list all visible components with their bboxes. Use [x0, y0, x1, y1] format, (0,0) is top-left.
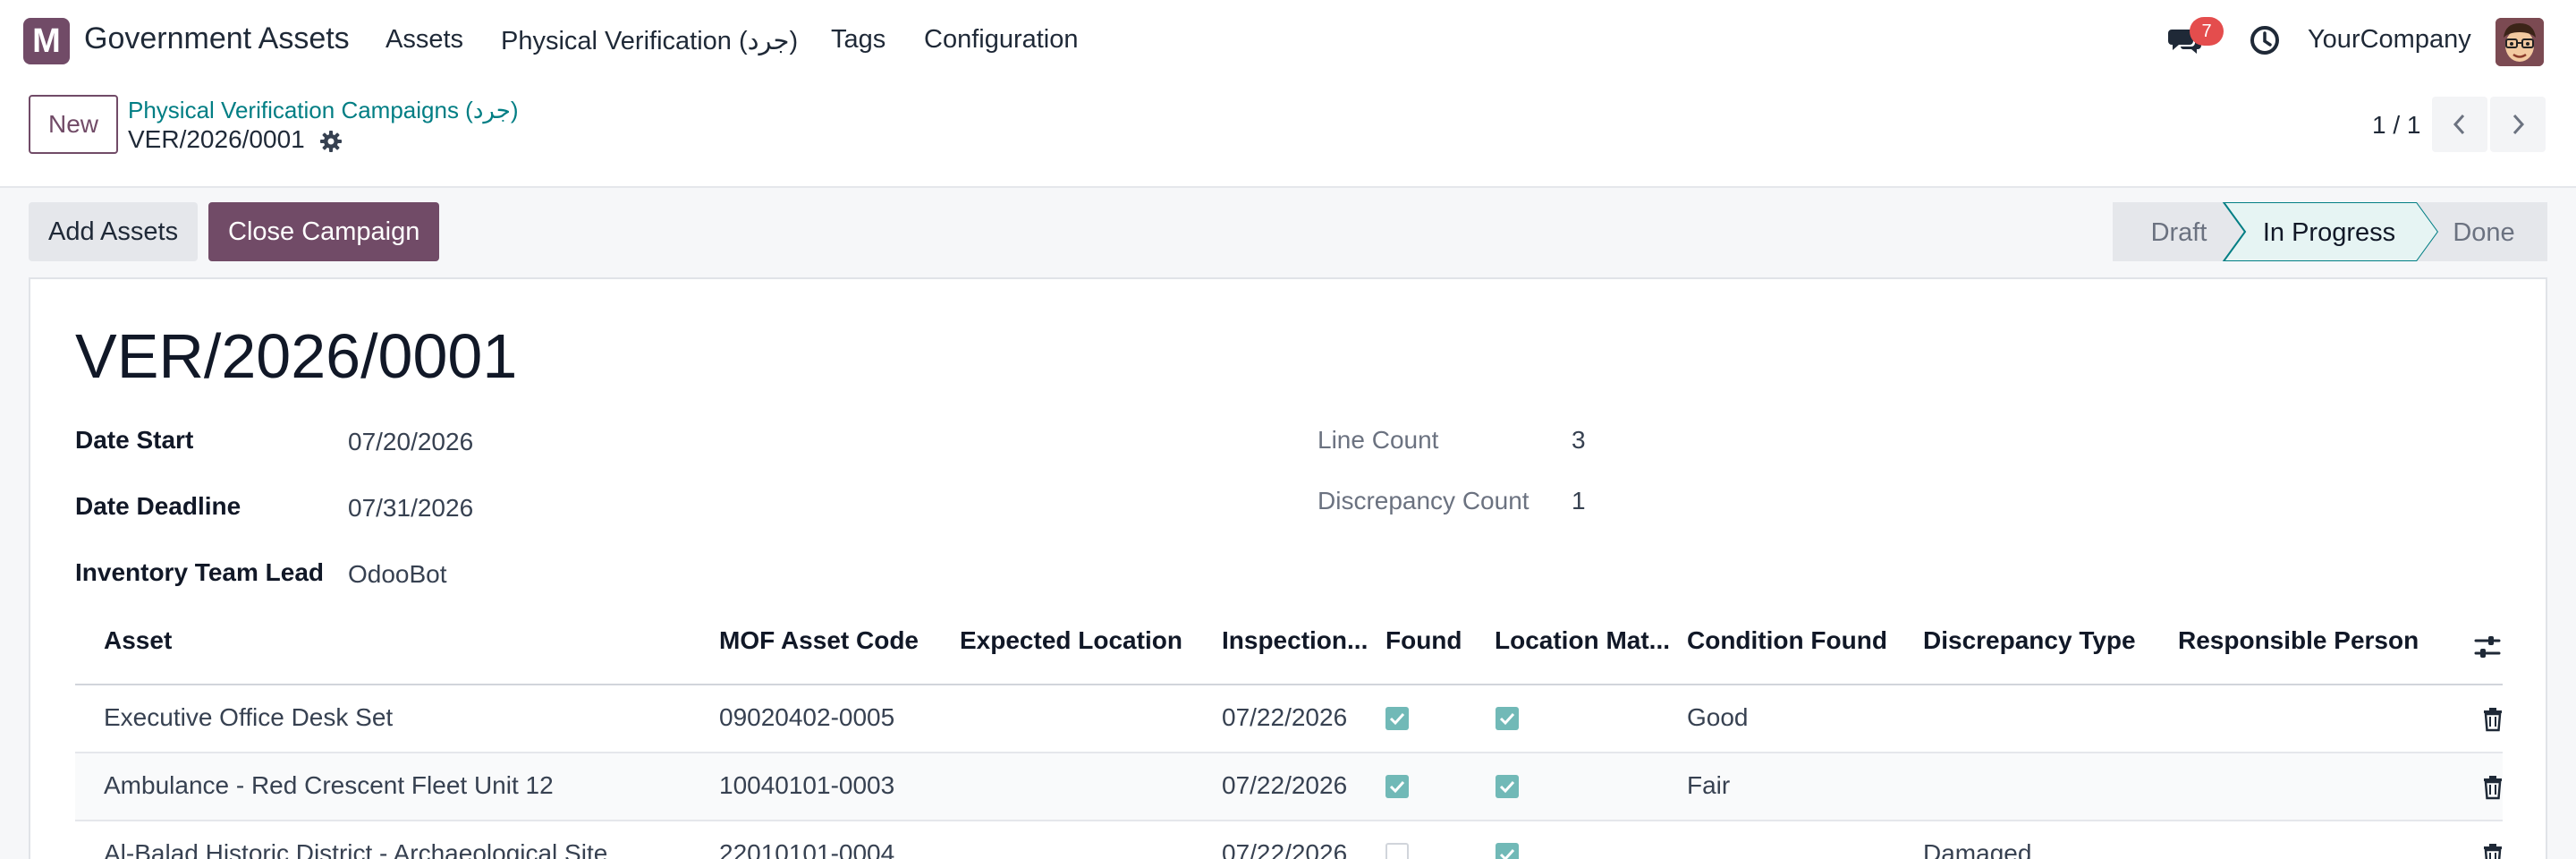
cell-inspection-date: 07/22/2026	[1222, 771, 1348, 799]
trash-icon[interactable]	[2481, 843, 2504, 859]
found-checkbox[interactable]	[1385, 775, 1409, 798]
col-mof-asset-code[interactable]: MOF Asset Code	[719, 626, 919, 655]
table-header: Asset MOF Asset Code Expected Location I…	[75, 610, 2503, 685]
top-navbar: M Government Assets Assets Physical Veri…	[0, 0, 2576, 82]
table-row[interactable]: Executive Office Desk Set 09020402-0005 …	[75, 685, 2503, 753]
date-deadline-label: Date Deadline	[75, 492, 242, 520]
col-responsible-person[interactable]: Responsible Person	[2178, 626, 2419, 655]
check-icon	[1389, 712, 1405, 726]
chevron-left-icon	[2453, 114, 2465, 135]
location-match-checkbox[interactable]	[1496, 843, 1519, 859]
app-title[interactable]: Government Assets	[84, 21, 350, 56]
pager-next-button[interactable]	[2490, 97, 2546, 152]
user-avatar[interactable]	[2496, 18, 2544, 66]
form-sheet: VER/2026/0001 Date Start 07/20/2026 Date…	[29, 277, 2547, 859]
cell-condition: Good	[1687, 703, 1749, 731]
check-icon	[1499, 848, 1515, 859]
date-start-field[interactable]: 07/20/2026	[348, 428, 473, 456]
table-row[interactable]: Al-Balad Historic District - Archaeologi…	[75, 821, 2503, 859]
cell-discrepancy-type: Damaged	[1923, 839, 2032, 859]
status-done-label: Done	[2453, 218, 2514, 247]
table-row[interactable]: Ambulance - Red Crescent Fleet Unit 12 1…	[75, 753, 2503, 821]
discrepancy-count-label: Discrepancy Count	[1318, 487, 1530, 515]
date-deadline-field[interactable]: 07/31/2026	[348, 494, 473, 523]
menu-assets[interactable]: Assets	[386, 25, 463, 55]
menu-configuration[interactable]: Configuration	[924, 25, 1079, 55]
pager-value[interactable]: 1 / 1	[2372, 111, 2420, 140]
location-match-checkbox[interactable]	[1496, 775, 1519, 798]
check-icon	[1499, 712, 1515, 726]
pager-previous-button[interactable]	[2432, 97, 2487, 152]
cell-mof-code: 09020402-0005	[719, 703, 895, 731]
breadcrumb-parent-link[interactable]: Physical Verification Campaigns (جرد)	[128, 97, 519, 124]
chevron-right-icon	[2512, 114, 2525, 135]
cell-asset: Executive Office Desk Set	[104, 703, 394, 731]
line-count-value: 3	[1572, 426, 1586, 454]
trash-icon[interactable]	[2481, 707, 2504, 732]
app-logo[interactable]: M	[23, 18, 70, 64]
menu-physical-verification[interactable]: Physical Verification (جرد)	[501, 25, 798, 56]
col-expected-location[interactable]: Expected Location	[960, 626, 1182, 655]
cell-mof-code: 22010101-0004	[719, 839, 895, 859]
line-count-label: Line Count	[1318, 426, 1439, 454]
check-icon	[1389, 780, 1405, 794]
cell-inspection-date: 07/22/2026	[1222, 703, 1348, 731]
location-match-checkbox[interactable]	[1496, 707, 1519, 730]
new-button[interactable]: New	[29, 95, 118, 154]
date-start-label: Date Start	[75, 426, 194, 454]
optional-columns-icon[interactable]	[2472, 632, 2503, 662]
check-icon	[1499, 780, 1515, 794]
team-lead-label: Inventory Team Lead	[75, 558, 325, 586]
breadcrumb-current: VER/2026/0001	[128, 125, 305, 153]
status-in-progress-label: In Progress	[2263, 218, 2395, 247]
cell-asset: Ambulance - Red Crescent Fleet Unit 12	[104, 771, 554, 799]
status-draft-label: Draft	[2151, 218, 2207, 247]
gear-icon[interactable]	[318, 129, 343, 154]
form-view: Add Assets Close Campaign Draft In Progr…	[0, 188, 2576, 859]
record-title: VER/2026/0001	[75, 321, 518, 391]
control-panel: New Physical Verification Campaigns (جرد…	[0, 82, 2576, 188]
cell-condition: Fair	[1687, 771, 1731, 799]
found-checkbox[interactable]	[1385, 707, 1409, 730]
team-lead-field[interactable]: OdooBot	[348, 560, 447, 589]
col-condition-found[interactable]: Condition Found	[1687, 626, 1887, 655]
col-inspection-date[interactable]: Inspection...	[1222, 626, 1368, 655]
col-location-match[interactable]: Location Mat...	[1495, 626, 1670, 655]
status-bar: Draft In Progress Done	[2113, 202, 2547, 261]
trash-icon[interactable]	[2481, 775, 2504, 800]
cell-mof-code: 10040101-0003	[719, 771, 895, 799]
cell-asset: Al-Balad Historic District - Archaeologi…	[104, 839, 608, 859]
company-switcher[interactable]: YourCompany	[2308, 25, 2471, 55]
cell-inspection-date: 07/22/2026	[1222, 839, 1348, 859]
add-assets-button[interactable]: Add Assets	[29, 202, 199, 261]
col-found[interactable]: Found	[1385, 626, 1462, 655]
col-asset[interactable]: Asset	[104, 626, 172, 655]
discrepancy-count-value: 1	[1572, 487, 1586, 515]
col-discrepancy-type[interactable]: Discrepancy Type	[1923, 626, 2136, 655]
menu-tags[interactable]: Tags	[831, 25, 886, 55]
messages-badge: 7	[2190, 17, 2224, 46]
found-checkbox[interactable]	[1385, 843, 1409, 859]
close-campaign-button[interactable]: Close Campaign	[208, 202, 440, 261]
clock-icon[interactable]	[2249, 24, 2281, 56]
